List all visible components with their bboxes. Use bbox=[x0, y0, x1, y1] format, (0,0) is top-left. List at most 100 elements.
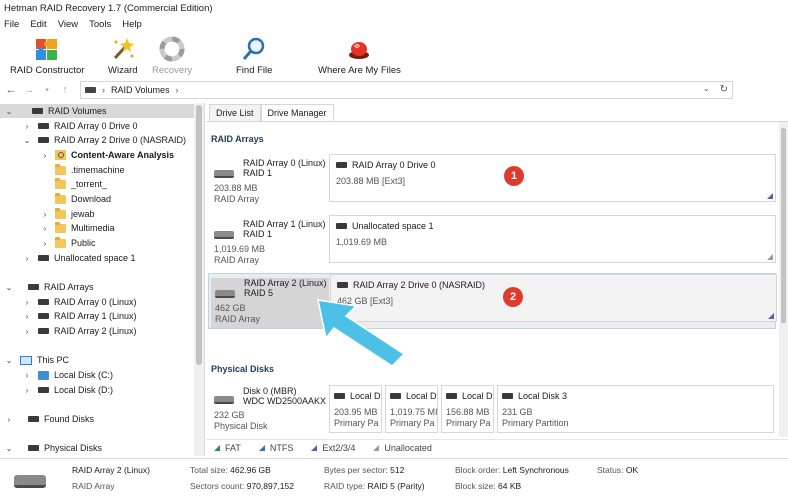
raid-constructor-button[interactable]: RAID Constructor bbox=[10, 33, 84, 78]
main-scrollbar[interactable] bbox=[779, 122, 788, 437]
tree-content-aware[interactable]: › Content-Aware Analysis bbox=[40, 148, 174, 162]
tree-array-1[interactable]: › RAID Array 1 (Linux) bbox=[22, 309, 137, 323]
tree-array-0[interactable]: › RAID Array 0 (Linux) bbox=[22, 295, 137, 309]
partition-size: 231 GB bbox=[502, 407, 533, 417]
expand-icon[interactable]: › bbox=[22, 122, 32, 131]
recovery-button[interactable]: Recovery bbox=[152, 33, 192, 78]
address-bar: ← → ▾ ↑ › RAID Volumes › ⌄ ↻ bbox=[0, 80, 788, 100]
tree-folder[interactable]: Download bbox=[55, 192, 111, 206]
collapse-icon[interactable]: ⌄ bbox=[22, 136, 32, 145]
section-raid-arrays: RAID Arrays bbox=[211, 134, 264, 144]
find-file-button[interactable]: Find File bbox=[236, 33, 272, 78]
physical-partition[interactable]: Local D 156.88 MB Primary Pa bbox=[441, 385, 494, 433]
forward-arrow-icon[interactable]: → bbox=[22, 83, 36, 97]
expand-icon[interactable]: › bbox=[22, 371, 32, 380]
hdd-icon bbox=[14, 475, 46, 488]
raid-array-row[interactable]: RAID Array 1 (Linux) RAID 1 1,019.69 MB R… bbox=[208, 215, 776, 271]
drive-icon bbox=[38, 313, 49, 319]
tree-vol0[interactable]: › RAID Array 0 Drive 0 bbox=[22, 119, 138, 133]
raid-array-size: 1,019.69 MB bbox=[214, 244, 266, 254]
physical-disk-row[interactable]: Disk 0 (MBR) WDC WD2500AAKX 232 GB Physic… bbox=[208, 385, 776, 435]
expand-icon[interactable]: › bbox=[40, 210, 50, 219]
drive-icon bbox=[38, 255, 49, 261]
raid-array-row-selected[interactable]: RAID Array 2 (Linux) RAID 5 462 GB RAID A… bbox=[208, 273, 777, 329]
partition-box[interactable]: Unallocated space 1 1,019.69 MB bbox=[329, 215, 776, 263]
menu-help[interactable]: Help bbox=[122, 19, 142, 30]
filesystem-legend: FAT NTFS Ext2/3/4 Unallocated bbox=[206, 439, 788, 455]
tree-folder[interactable]: › Public bbox=[40, 236, 96, 250]
tree-scrollbar[interactable] bbox=[194, 103, 204, 456]
menu-file[interactable]: File bbox=[4, 19, 19, 30]
physical-disk-size: 232 GB bbox=[214, 410, 245, 420]
expand-icon[interactable]: › bbox=[22, 386, 32, 395]
refresh-icon[interactable]: ↻ bbox=[720, 84, 728, 95]
collapse-icon[interactable]: ⌄ bbox=[4, 107, 14, 116]
raid-array-row[interactable]: RAID Array 0 (Linux) RAID 1 203.88 MB RAI… bbox=[208, 154, 776, 210]
tab-drive-manager[interactable]: Drive Manager bbox=[260, 104, 334, 121]
tree-vol2[interactable]: ⌄ RAID Array 2 Drive 0 (NASRAID) bbox=[22, 133, 186, 147]
drive-icon bbox=[85, 87, 96, 93]
expand-icon[interactable]: › bbox=[40, 239, 50, 248]
tree-folder[interactable]: › Multimedia bbox=[40, 221, 115, 235]
status-block-order: Block order: Left Synchronous bbox=[455, 465, 569, 475]
expand-icon[interactable]: › bbox=[4, 415, 14, 424]
tree-this-pc[interactable]: ⌄ This PC bbox=[4, 353, 69, 367]
physical-partition[interactable]: Local D 1,019.75 MI Primary Pa bbox=[385, 385, 438, 433]
drive-icon bbox=[446, 393, 457, 399]
status-raid-type: RAID type: RAID 5 (Parity) bbox=[324, 481, 425, 491]
search-folder-icon bbox=[55, 150, 66, 160]
tree-label: Local Disk (C:) bbox=[54, 370, 114, 380]
tab-drive-list[interactable]: Drive List bbox=[209, 104, 261, 121]
back-arrow-icon[interactable]: ← bbox=[4, 83, 18, 97]
tree-label: RAID Array 2 Drive 0 (NASRAID) bbox=[54, 135, 187, 145]
tree-folder[interactable]: › jewab bbox=[40, 207, 95, 221]
collapse-icon[interactable]: ⌄ bbox=[4, 356, 14, 365]
tree-raid-arrays[interactable]: ⌄ RAID Arrays bbox=[4, 280, 94, 294]
up-arrow-icon[interactable]: ↑ bbox=[58, 83, 72, 97]
address-path-box[interactable]: › RAID Volumes › bbox=[80, 81, 733, 99]
raid-array-info[interactable]: RAID Array 2 (Linux) RAID 5 462 GB RAID A… bbox=[211, 278, 329, 328]
history-dropdown-icon[interactable]: ▾ bbox=[40, 83, 54, 97]
physical-partition[interactable]: Local Disk 3 231 GB Primary Partition bbox=[497, 385, 774, 433]
tree-raid-volumes[interactable]: ⌄ RAID Volumes bbox=[0, 104, 194, 118]
partition-box[interactable]: RAID Array 0 Drive 0 203.88 MB [Ext3] bbox=[329, 154, 776, 202]
tree-label: RAID Array 0 Drive 0 bbox=[54, 121, 138, 131]
raid-array-info[interactable]: RAID Array 1 (Linux) RAID 1 1,019.69 MB R… bbox=[214, 219, 326, 269]
raid-array-size: 462 GB bbox=[215, 303, 246, 313]
expand-icon[interactable]: › bbox=[22, 298, 32, 307]
expand-icon[interactable]: › bbox=[22, 254, 32, 263]
menu-edit[interactable]: Edit bbox=[30, 19, 46, 30]
expand-icon[interactable]: › bbox=[40, 224, 50, 233]
collapse-icon[interactable]: ⌄ bbox=[4, 444, 14, 453]
tree-found-disks[interactable]: › Found Disks bbox=[4, 412, 94, 426]
scroll-thumb[interactable] bbox=[196, 105, 202, 365]
menu-view[interactable]: View bbox=[58, 19, 78, 30]
tree-label: RAID Array 0 (Linux) bbox=[54, 297, 137, 307]
raid-array-info[interactable]: RAID Array 0 (Linux) RAID 1 203.88 MB RAI… bbox=[214, 158, 326, 208]
tree-folder[interactable]: .timemachine bbox=[55, 163, 125, 177]
where-are-my-files-button[interactable]: Where Are My Files bbox=[318, 33, 401, 78]
tree-local-c[interactable]: › Local Disk (C:) bbox=[22, 368, 113, 382]
wizard-button[interactable]: Wizard bbox=[108, 33, 138, 78]
raid-array-name: RAID Array 1 (Linux) RAID 1 bbox=[243, 219, 326, 239]
drive-icon bbox=[38, 137, 49, 143]
expand-icon[interactable]: › bbox=[22, 312, 32, 321]
tree-physical-disks[interactable]: ⌄ Physical Disks bbox=[4, 441, 102, 455]
tree-array-2[interactable]: › RAID Array 2 (Linux) bbox=[22, 324, 137, 338]
physical-partition[interactable]: Local D 203.95 MB Primary Pa bbox=[329, 385, 382, 433]
expand-icon[interactable]: › bbox=[22, 327, 32, 336]
menu-tools[interactable]: Tools bbox=[89, 19, 111, 30]
tree-folder[interactable]: _torrent_ bbox=[55, 177, 107, 191]
collapse-icon[interactable]: ⌄ bbox=[4, 283, 14, 292]
address-dropdown-icon[interactable]: ⌄ bbox=[703, 84, 710, 95]
tree-unallocated[interactable]: › Unallocated space 1 bbox=[22, 251, 136, 265]
scroll-thumb[interactable] bbox=[781, 128, 786, 323]
expand-icon[interactable]: › bbox=[40, 151, 50, 160]
raid-array-kind: RAID Array bbox=[214, 255, 260, 265]
tree-local-d[interactable]: › Local Disk (D:) bbox=[22, 383, 113, 397]
physical-disk-info[interactable]: Disk 0 (MBR) WDC WD2500AAKX 232 GB Physic… bbox=[214, 386, 326, 434]
drive-icon bbox=[38, 123, 49, 129]
partition-size: 1,019.69 MB bbox=[336, 237, 388, 247]
tree-label: .timemachine bbox=[71, 165, 125, 175]
partition-name: RAID Array 0 Drive 0 bbox=[352, 160, 436, 170]
